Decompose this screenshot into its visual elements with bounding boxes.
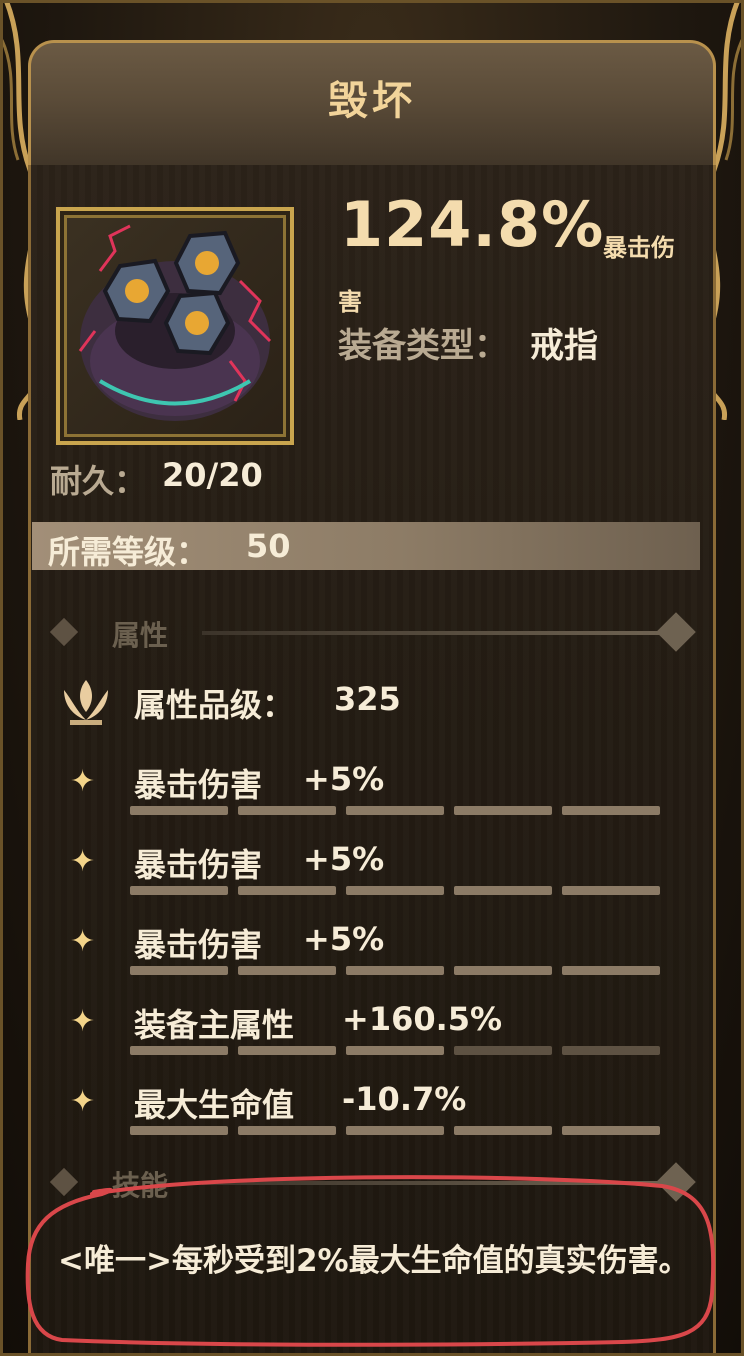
- tooltip-border: [0, 0, 744, 1356]
